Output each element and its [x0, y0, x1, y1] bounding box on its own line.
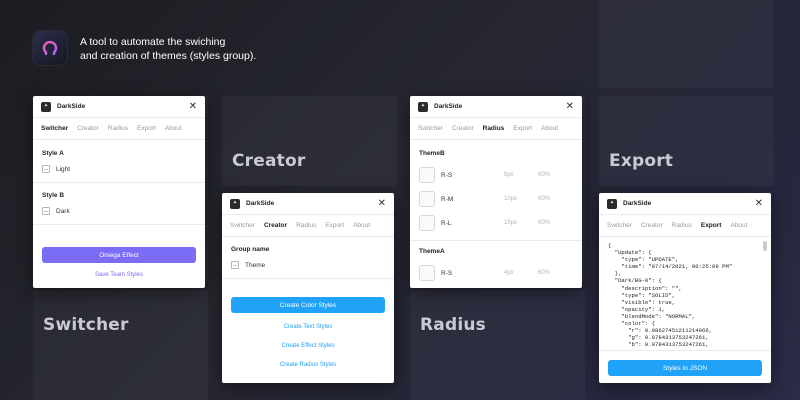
bg-label-creator: Creator — [232, 151, 306, 171]
title-bar: ✦ DarkSide ✕ — [410, 96, 582, 118]
tab-bar: Switcher Creator Radius Export About — [33, 118, 205, 140]
tab-export[interactable]: Export — [701, 222, 722, 229]
radius-swatch — [419, 191, 435, 207]
tab-switcher[interactable]: Switcher — [41, 125, 68, 132]
json-output: { "Update": { "type": "UPDATE", "time": … — [608, 242, 733, 349]
omega-effect-button[interactable]: Omega Effect — [42, 247, 196, 263]
create-effect-styles-link[interactable]: Create Effect Styles — [231, 343, 385, 349]
tagline: A tool to automate the swiching and crea… — [80, 35, 300, 63]
bg-label-radius: Radius — [420, 315, 486, 335]
title-bar: ✦ DarkSide ✕ — [222, 193, 394, 215]
divider — [410, 240, 582, 241]
radius-window: ✦ DarkSide ✕ Switcher Creator Radius Exp… — [410, 96, 582, 288]
json-output-area[interactable]: { "Update": { "type": "UPDATE", "time": … — [599, 237, 771, 351]
tab-radius[interactable]: Radius — [108, 125, 128, 132]
bg-label-switcher: Switcher — [43, 315, 129, 335]
group-name: ThemeA — [419, 248, 445, 255]
tagline-line-1: A tool to automate the swiching — [80, 36, 226, 48]
tab-bar: Switcher Creator Radius Export About — [410, 118, 582, 140]
tab-about[interactable]: About — [165, 125, 182, 132]
bg-tile — [222, 96, 397, 186]
app-icon: ✦ — [607, 198, 617, 209]
style-b-row[interactable]: Dark — [42, 207, 196, 215]
export-window: ✦ DarkSide ✕ Switcher Creator Radius Exp… — [599, 193, 771, 383]
app-icon: ✦ — [41, 101, 51, 112]
tab-switcher[interactable]: Switcher — [230, 222, 255, 229]
bg-label-export: Export — [609, 151, 674, 171]
group-name-row[interactable]: Theme — [231, 261, 385, 269]
tab-creator[interactable]: Creator — [264, 222, 287, 229]
bg-tile — [410, 290, 585, 400]
style-icon — [231, 261, 239, 269]
bg-tile — [599, 96, 774, 186]
close-icon[interactable]: ✕ — [189, 101, 197, 112]
tab-radius[interactable]: Radius — [296, 222, 316, 229]
radius-percent: 60% — [538, 196, 551, 202]
app-icon: ✦ — [418, 101, 428, 112]
switcher-window: ✦ DarkSide ✕ Switcher Creator Radius Exp… — [33, 96, 205, 288]
tab-about[interactable]: About — [353, 222, 370, 229]
radius-value: 5px — [504, 172, 514, 178]
tagline-line-2: and creation of themes (styles group). — [80, 50, 257, 62]
window-title: DarkSide — [623, 200, 652, 207]
create-color-styles-button[interactable]: Create Color Styles — [231, 297, 385, 313]
window-title: DarkSide — [434, 103, 463, 110]
radius-name: R-S — [441, 171, 453, 179]
radius-percent: 60% — [538, 172, 551, 178]
style-b-label: Style B — [42, 192, 65, 199]
tab-switcher[interactable]: Switcher — [607, 222, 632, 229]
bg-tile — [599, 0, 774, 88]
radius-swatch — [419, 265, 435, 281]
radius-percent: 60% — [538, 220, 551, 226]
close-icon[interactable]: ✕ — [755, 198, 763, 209]
style-icon — [42, 165, 50, 173]
create-radius-styles-link[interactable]: Create Radius Styles — [231, 362, 385, 368]
group-name: ThemeB — [419, 150, 445, 157]
creator-window: ✦ DarkSide ✕ Switcher Creator Radius Exp… — [222, 193, 394, 383]
tab-switcher[interactable]: Switcher — [418, 125, 443, 132]
radius-value: 15px — [504, 220, 518, 226]
group-name-label: Group name — [231, 246, 270, 253]
radius-name: R-L — [441, 219, 452, 227]
radius-name: R-M — [441, 195, 454, 203]
style-b-value: Dark — [56, 207, 70, 215]
tab-bar: Switcher Creator Radius Export About — [599, 215, 771, 237]
styles-to-json-button[interactable]: Styles to JSON — [608, 360, 762, 376]
radius-swatch — [419, 215, 435, 231]
tab-bar: Switcher Creator Radius Export About — [222, 215, 394, 237]
style-icon — [42, 207, 50, 215]
radius-name: R-S — [441, 269, 453, 277]
window-title: DarkSide — [246, 200, 275, 207]
bg-tile — [33, 290, 208, 400]
title-bar: ✦ DarkSide ✕ — [599, 193, 771, 215]
create-text-styles-link[interactable]: Create Text Styles — [231, 324, 385, 330]
app-logo — [33, 31, 67, 65]
title-bar: ✦ DarkSide ✕ — [33, 96, 205, 118]
tab-creator[interactable]: Creator — [641, 222, 663, 229]
save-team-styles-link[interactable]: Save Team Styles — [42, 272, 196, 278]
tab-export[interactable]: Export — [513, 125, 532, 132]
radius-percent: 60% — [538, 270, 551, 276]
close-icon[interactable]: ✕ — [378, 198, 386, 209]
style-a-value: Light — [56, 165, 71, 173]
tab-creator[interactable]: Creator — [77, 125, 99, 132]
omega-icon — [42, 40, 58, 56]
tab-radius[interactable]: Radius — [672, 222, 692, 229]
tab-export[interactable]: Export — [325, 222, 344, 229]
tab-about[interactable]: About — [541, 125, 558, 132]
style-a-row[interactable]: Light — [42, 165, 196, 173]
scrollbar-thumb[interactable] — [763, 241, 767, 251]
app-icon: ✦ — [230, 198, 240, 209]
tab-export[interactable]: Export — [137, 125, 156, 132]
window-title: DarkSide — [57, 103, 86, 110]
radius-value: 10px — [504, 196, 518, 202]
tab-radius[interactable]: Radius — [483, 125, 505, 132]
tab-about[interactable]: About — [730, 222, 747, 229]
radius-value: 4px — [504, 270, 514, 276]
tab-creator[interactable]: Creator — [452, 125, 474, 132]
close-icon[interactable]: ✕ — [566, 101, 574, 112]
radius-swatch — [419, 167, 435, 183]
style-a-label: Style A — [42, 150, 64, 157]
group-name-value: Theme — [245, 261, 266, 269]
